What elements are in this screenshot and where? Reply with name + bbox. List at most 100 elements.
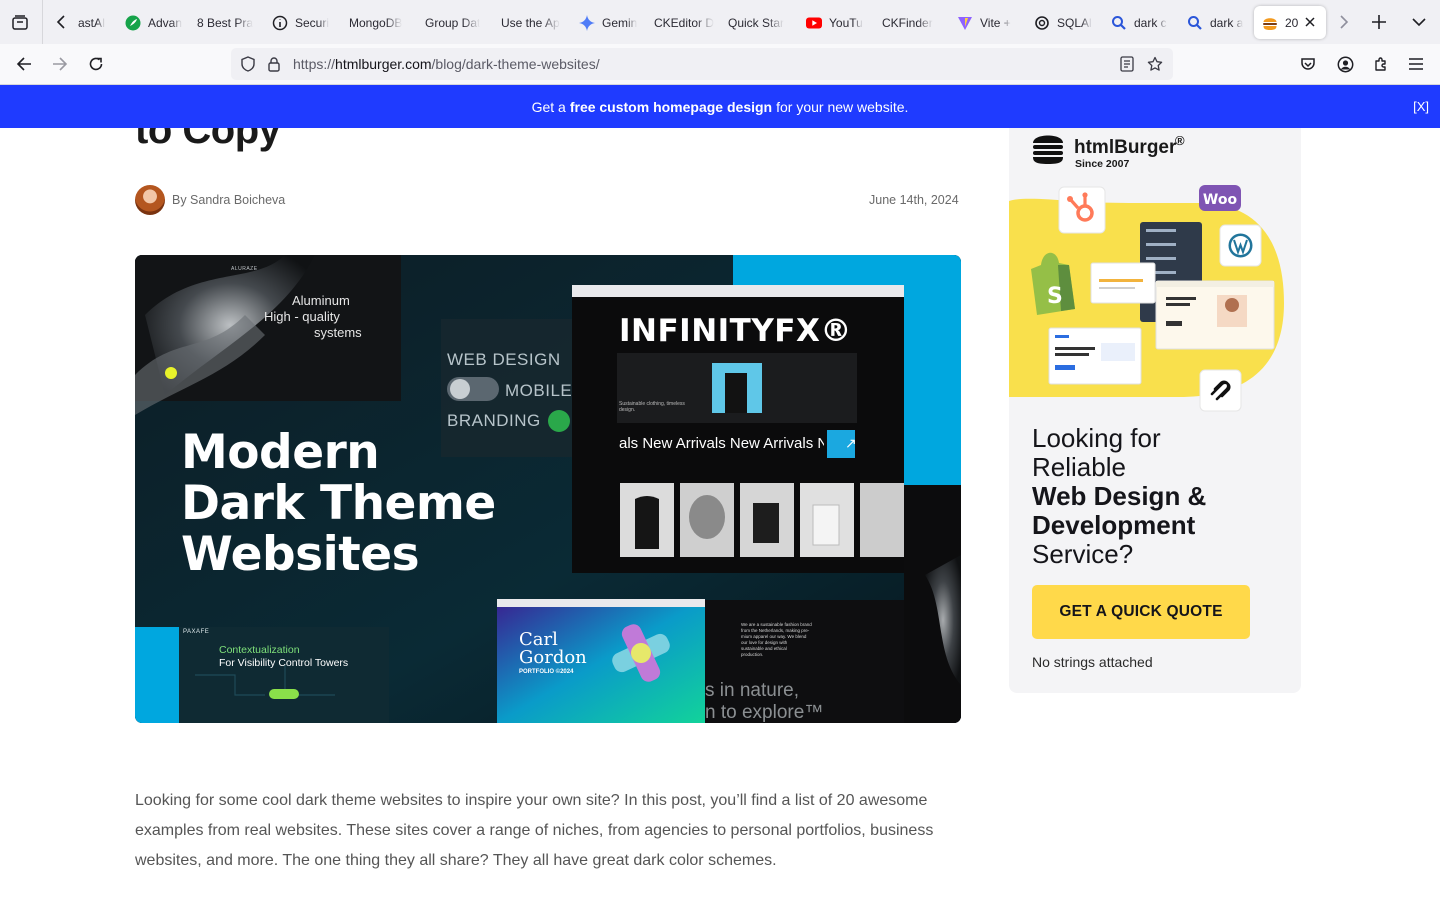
address-bar[interactable]: https://htmlburger.com/blog/dark-theme-w… [231,48,1173,80]
url-text[interactable]: https://htmlburger.com/blog/dark-theme-w… [293,56,600,72]
svg-text:S: S [1047,284,1063,309]
carl-name: Carl Gordon [519,631,587,667]
promo-banner[interactable]: Get a free custom homepage design for yo… [0,85,1440,128]
youtube-icon [806,15,822,31]
infinity-window-bar [572,285,904,297]
carl-portfolio: PORTFOLIO ©2024 [519,669,574,675]
browser-tab[interactable]: CKFinder [878,6,949,39]
hero-headline-line-2: Dark Theme [181,476,496,531]
browser-tab[interactable]: Group Dat [421,6,493,39]
close-tab-icon[interactable] [1303,15,1317,29]
ad-heading-line-3: Web Design & [1032,481,1207,511]
promo-close-button[interactable]: [X] [1413,99,1429,114]
service-mobile: MOBILE [505,381,573,400]
back-icon[interactable] [12,52,36,76]
hero-headline: Modern Dark Theme Websites [181,427,496,580]
fashion-blurb: We are a sustainable fashion brand from … [741,622,812,658]
browser-tab[interactable]: MongoDB [345,6,417,39]
new-tab-icon[interactable] [1367,10,1391,34]
paxafe-subheading: For Visibility Control Towers [219,657,349,669]
browser-tab[interactable]: astAI [74,6,117,39]
hero-headline-line-3: Websites [181,527,420,582]
ad-heading-line-2: Reliable [1032,452,1126,482]
ad-note: No strings attached [1032,654,1153,670]
browser-tab-label: CKEditor D [654,15,715,30]
browser-tab[interactable]: 20 [1254,6,1326,39]
aluminum-line-2: High - quality [264,309,340,324]
browser-tab-label: Group Dat [425,15,481,30]
browser-tab[interactable]: Gemin [575,6,646,39]
tab-scroll-right-icon[interactable] [1335,10,1353,34]
post-date: June 14th, 2024 [869,193,959,207]
product-hoodie [635,496,659,549]
get-quote-button[interactable]: GET A QUICK QUOTE [1032,585,1250,639]
list-all-tabs-icon[interactable] [1407,10,1431,34]
tab-scroll-left-icon[interactable] [51,10,71,34]
browser-tab-label: Advan [148,15,183,30]
browser-tab-label: YouTu [829,15,863,30]
page-title-text: to Copy [135,128,281,152]
woo-icon: Woo [1199,185,1241,211]
browser-tab[interactable]: dark a [1183,6,1248,39]
product-white-tee [812,504,840,546]
arrow-up-right-icon: ↗ [845,435,857,451]
account-icon[interactable] [1333,52,1357,76]
firefox-view-icon[interactable] [8,11,32,35]
author-name[interactable]: By Sandra Boicheva [172,193,285,207]
green-badge [548,410,570,432]
info-icon [272,15,288,31]
promo-text-bold[interactable]: free custom homepage design [570,99,772,115]
infinity-ticker: als New Arrivals New Arrivals Ne [619,435,824,452]
fashion-blurb-line-6: production. [741,652,764,657]
browser-tab[interactable]: CKEditor D [650,6,720,39]
htmlburger-logo-icon [1033,135,1063,164]
service-branding: BRANDING [447,411,541,430]
browser-tab-label: Securi [295,15,330,30]
woo-label: Woo [1203,192,1238,208]
browser-tab[interactable]: Quick Star [724,6,798,39]
browser-tab[interactable]: YouTu [802,6,874,39]
browser-tab-label: dark c [1134,15,1167,30]
paxafe-heading: Contextualization [219,644,300,656]
aluminum-line-1: Aluminum [292,293,350,308]
browser-tab-label: MongoDB [349,15,403,30]
browser-tab-label: 20 [1285,15,1299,30]
browser-tab[interactable]: Advan [121,6,189,39]
article-intro-paragraph: Looking for some cool dark theme website… [135,792,934,869]
browser-tab-label: Use the Ap [501,15,560,30]
browser-tab[interactable]: Vite + [953,6,1026,39]
browser-tab[interactable]: SQLAl [1030,6,1103,39]
paxafe-logo: PAXAFE [183,629,210,635]
hero-headline-line-1: Modern [181,425,380,480]
bookmark-star-icon[interactable] [1146,55,1164,73]
pocket-icon[interactable] [1296,52,1320,76]
reload-icon[interactable] [84,52,108,76]
app-menu-icon[interactable] [1404,52,1428,76]
browser-tab-label: CKFinder [882,15,933,30]
lock-icon[interactable] [266,55,282,73]
browser-tab[interactable]: dark c [1107,6,1179,39]
extensions-icon[interactable] [1369,52,1393,76]
browser-tab[interactable]: 8 Best Pra [193,6,264,39]
url-prefix: https:// [293,56,336,72]
service-web-design: WEB DESIGN [447,350,561,369]
seeing-believing-mockup [1155,280,1275,350]
forward-icon[interactable] [48,52,72,76]
hero-image: Modern Dark Theme Websites INFINITYFX® a… [135,255,961,723]
strategic-mockup [1090,262,1156,304]
nature-line-1: s in nature, [705,680,799,701]
aluminum-text: Aluminum High - quality systems [264,293,362,341]
gemini-icon [579,14,595,31]
sidebar-ad[interactable]: htmlBurger ® Since 2007 Woo S Looking fo… [1009,128,1301,693]
browser-tab-label: Gemin [602,15,638,30]
openai-icon [1034,15,1050,31]
browser-tab[interactable]: Securi [268,6,341,39]
aluminum-line-3: systems [314,325,362,340]
browser-tab[interactable]: Use the Ap [497,6,571,39]
search-icon [1111,15,1127,31]
ad-illustration: Woo S [1009,185,1284,412]
browser-tab-label: 8 Best Pra [197,15,254,30]
url-path: /blog/dark-theme-websites/ [431,56,600,72]
shield-icon[interactable] [239,55,257,73]
reader-view-icon[interactable] [1118,55,1136,73]
